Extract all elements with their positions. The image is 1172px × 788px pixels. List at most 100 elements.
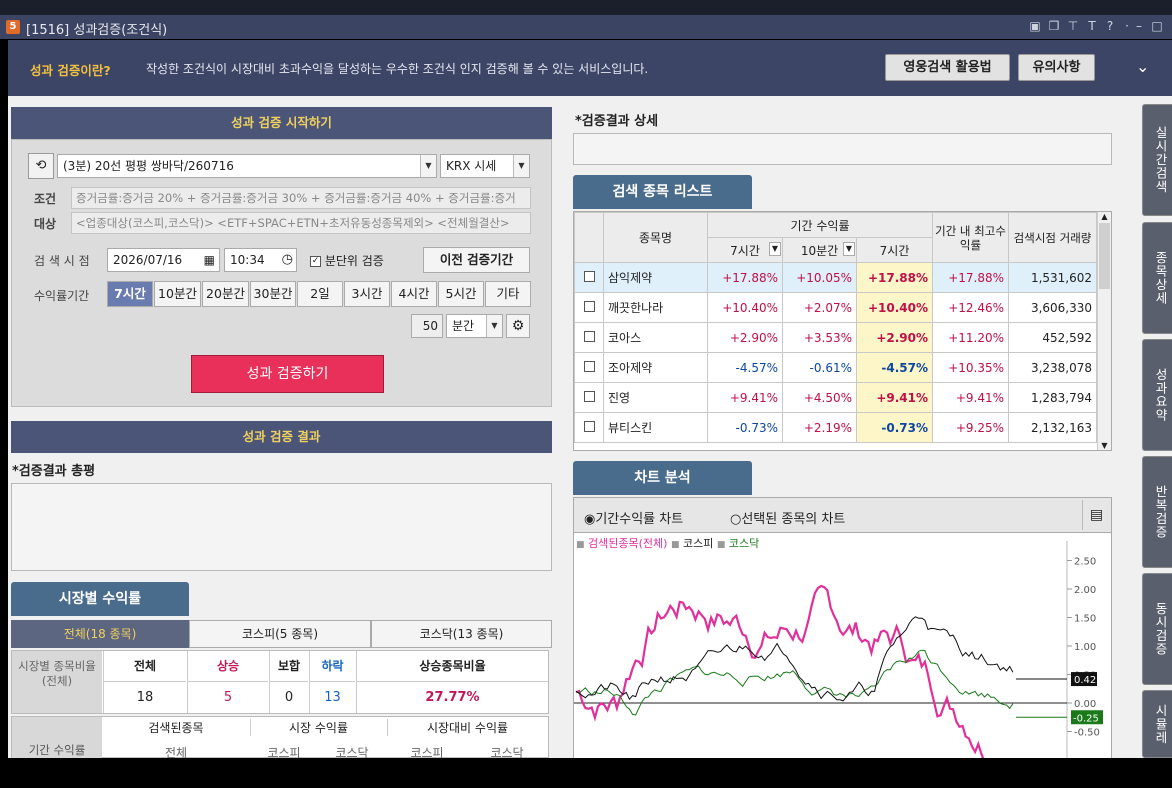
table-row[interactable]: 진영 +9.41% +4.50% +9.41% +9.41% 1,283,794 bbox=[574, 382, 1098, 413]
start-header: 성과 검증 시작하기 bbox=[11, 107, 552, 139]
help-icon[interactable]: ? bbox=[1103, 19, 1117, 33]
side-tab-2[interactable]: 성과요약 bbox=[1142, 339, 1172, 451]
period-button-5[interactable]: 3시간 bbox=[344, 281, 390, 307]
dropdown-arrow-icon[interactable]: ▼ bbox=[486, 315, 502, 337]
cell-vol: 3,606,330 bbox=[1008, 292, 1098, 323]
header-p1[interactable]: 7시간 ▼ bbox=[707, 237, 783, 263]
period-button-6[interactable]: 4시간 bbox=[391, 281, 437, 307]
radio-period-chart[interactable]: ◉기간수익률 차트 bbox=[584, 508, 683, 527]
radio-empty-icon[interactable]: ○ bbox=[730, 512, 741, 527]
cell-p2: +2.19% bbox=[782, 412, 857, 443]
clock-icon[interactable]: ◷ bbox=[282, 249, 293, 271]
verify-button[interactable]: 성과 검증하기 bbox=[191, 355, 384, 393]
col-searched: 검색된종목 bbox=[148, 721, 204, 735]
subtab-all[interactable]: 전체(18 종목) bbox=[11, 620, 189, 648]
detail-box bbox=[573, 133, 1112, 165]
dropdown-arrow-icon[interactable]: ▼ bbox=[420, 155, 436, 177]
scroll-thumb[interactable] bbox=[1099, 223, 1110, 289]
date-input[interactable]: 2026/07/16 ▦ bbox=[107, 248, 220, 272]
y-tick-label: 2.00 bbox=[1074, 585, 1096, 596]
scrollbar[interactable]: ▲ ▼ bbox=[1097, 212, 1111, 450]
table-row[interactable]: 조아제약 -4.57% -0.61% -4.57% +10.35% 3,238,078 bbox=[574, 352, 1098, 383]
period-unit-select[interactable]: 분간 ▼ bbox=[446, 314, 503, 338]
condition-select[interactable]: (3분) 20선 평평 쌍바닥/260716 ▼ bbox=[57, 154, 437, 178]
cell-p1: -0.73% bbox=[707, 412, 783, 443]
notice-button[interactable]: 유의사항 bbox=[1018, 54, 1095, 81]
prev-verify-button[interactable]: 이전 검증기간 bbox=[423, 247, 530, 273]
cell-check[interactable] bbox=[574, 292, 604, 323]
table-row[interactable]: 깨끗한나라 +10.40% +2.07% +10.40% +12.46% 3,606,33… bbox=[574, 292, 1098, 323]
maximize-icon[interactable]: □ bbox=[1150, 19, 1164, 33]
summary-title: *검증결과 총평 bbox=[12, 464, 96, 479]
y-tick-label: 2.50 bbox=[1074, 557, 1096, 568]
table-row[interactable]: 코아스 +2.90% +3.53% +2.90% +11.20% 452,592 bbox=[574, 322, 1098, 353]
radio-selected-chart[interactable]: ○선택된 종목의 차트 bbox=[730, 508, 845, 527]
dropdown-arrow-icon[interactable]: ▼ bbox=[843, 242, 855, 256]
market-select[interactable]: KRX 시세 ▼ bbox=[440, 154, 530, 178]
checkbox-checked-icon[interactable]: ✓ bbox=[310, 256, 321, 267]
cell-check[interactable] bbox=[574, 262, 604, 293]
period-number[interactable]: 50 bbox=[411, 314, 443, 338]
cell-p1: -4.57% bbox=[707, 352, 783, 383]
gear-icon[interactable]: ⚙ bbox=[506, 314, 530, 338]
table-row[interactable]: 뷰티스킨 -0.73% +2.19% -0.73% +9.25% 2,132,163 bbox=[574, 412, 1098, 443]
cell-p3: +10.40% bbox=[855, 292, 934, 323]
cell-check[interactable] bbox=[574, 322, 604, 353]
y-tick-label: -0.50 bbox=[1074, 728, 1100, 739]
layout-icon[interactable]: ▣ bbox=[1028, 19, 1042, 33]
minimize-icon[interactable]: – bbox=[1132, 19, 1146, 33]
header-p2[interactable]: 10분간 ▼ bbox=[782, 237, 857, 263]
market-returns-tab[interactable]: 시장별 수익률 bbox=[11, 582, 189, 616]
calendar-icon[interactable]: ▦ bbox=[204, 249, 215, 271]
period-button-1[interactable]: 10분간 bbox=[154, 281, 201, 307]
start-panel: ⟲ (3분) 20선 평평 쌍바닥/260716 ▼ KRX 시세 ▼ 조건 증거금… bbox=[11, 139, 552, 407]
period-button-0[interactable]: 7시간 bbox=[107, 281, 153, 307]
kosdaq-last-value: -0.25 bbox=[1073, 713, 1099, 724]
side-tab-5[interactable]: 시뮬레 bbox=[1142, 690, 1172, 758]
cell-check[interactable] bbox=[574, 412, 604, 443]
dropdown-arrow-icon[interactable]: ▼ bbox=[769, 242, 781, 256]
radio-checked-icon[interactable]: ◉ bbox=[584, 512, 595, 527]
font-icon[interactable]: T bbox=[1085, 19, 1099, 33]
condition-label: 조건 bbox=[34, 192, 57, 206]
usage-guide-button[interactable]: 영웅검색 활용법 bbox=[885, 54, 1010, 81]
subtab-kospi[interactable]: 코스피(5 종목) bbox=[189, 620, 371, 648]
side-tab-1[interactable]: 종목상세 bbox=[1142, 222, 1172, 334]
subtab-kosdaq[interactable]: 코스닥(13 종목) bbox=[371, 620, 552, 648]
chevron-down-icon[interactable]: ⌄ bbox=[1136, 57, 1149, 76]
cell-p3: +9.41% bbox=[855, 382, 934, 413]
side-tab-0[interactable]: 실시간검색 bbox=[1142, 104, 1172, 216]
cell-p2: +4.50% bbox=[782, 382, 857, 413]
time-input[interactable]: 10:34 ◷ bbox=[224, 248, 297, 272]
pin-icon[interactable]: ⊤ bbox=[1066, 19, 1080, 33]
period-button-8[interactable]: 기타 bbox=[485, 281, 531, 307]
cell-name: 삼익제약 bbox=[603, 262, 708, 293]
side-tab-3[interactable]: 반복검증 bbox=[1142, 456, 1172, 568]
stock-list-tab[interactable]: 검색 종목 리스트 bbox=[573, 175, 752, 209]
period-button-7[interactable]: 5시간 bbox=[438, 281, 484, 307]
chart-tab[interactable]: 차트 분석 bbox=[573, 461, 752, 495]
period-button-2[interactable]: 20분간 bbox=[202, 281, 249, 307]
col-vs-market: 시장대비 수익률 bbox=[387, 719, 547, 736]
side-tab-4[interactable]: 동시검증 bbox=[1142, 573, 1172, 685]
cell-check[interactable] bbox=[574, 382, 604, 413]
condition-load-icon[interactable]: ⟲ bbox=[28, 153, 54, 179]
series-kosdaq bbox=[575, 649, 1014, 716]
table-row[interactable]: 삼익제약 +17.88% +10.05% +17.88% +17.88% 1,531,60… bbox=[574, 262, 1098, 293]
ratio-header-4: 상승종목비율 bbox=[356, 651, 548, 681]
copy-icon[interactable]: ❐ bbox=[1047, 19, 1061, 33]
scroll-up-icon[interactable]: ▲ bbox=[1098, 212, 1111, 221]
market-subtabs: 전체(18 종목) 코스피(5 종목) 코스닥(13 종목) bbox=[11, 620, 552, 650]
period-button-3[interactable]: 30분간 bbox=[250, 281, 296, 307]
cell-check[interactable] bbox=[574, 352, 604, 383]
top-strip bbox=[0, 0, 1172, 15]
dropdown-arrow-icon[interactable]: ▼ bbox=[513, 155, 529, 177]
col-market-return: 시장 수익률 bbox=[250, 719, 386, 736]
period-button-4[interactable]: 2일 bbox=[297, 281, 343, 307]
list-icon[interactable]: ▤ bbox=[1082, 500, 1110, 530]
header-max[interactable]: 기간 내 최고수익률 bbox=[932, 212, 1010, 263]
minute-check[interactable]: ✓ 분단위 검증 bbox=[310, 252, 384, 269]
chart-area: ■ 검색된종목(전체) ■ 코스피 ■ 코스닥 2.50 2.00 1.50 1.00… bbox=[573, 533, 1112, 758]
scroll-down-icon[interactable]: ▼ bbox=[1098, 441, 1111, 450]
cell-max: +17.88% bbox=[932, 262, 1010, 293]
